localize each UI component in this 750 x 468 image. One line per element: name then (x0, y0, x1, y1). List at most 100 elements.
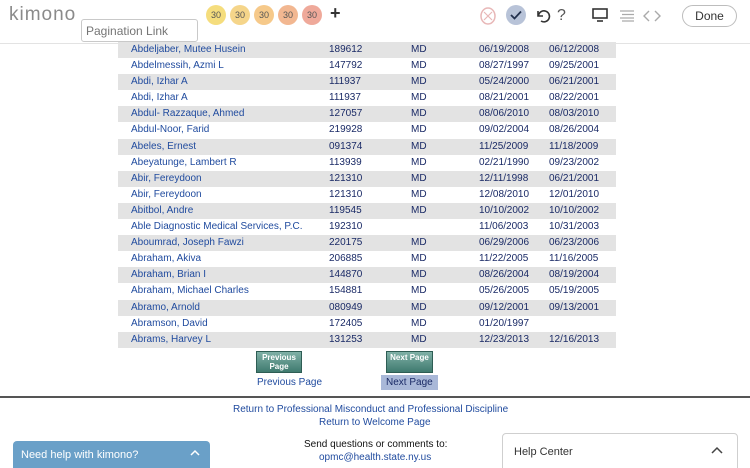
degree: MD (411, 269, 427, 281)
contact-email-link[interactable]: opmc@health.state.ny.us (319, 452, 431, 463)
license-number: 172405 (329, 317, 363, 329)
table-row: Able Diagnostic Medical Services, P.C. 19… (118, 219, 616, 235)
property-badge-2[interactable]: 30 (230, 5, 250, 25)
effective-date: 06/29/2006 (479, 237, 530, 249)
property-badge-5[interactable]: 30 (302, 5, 322, 25)
monitor-icon[interactable] (592, 8, 608, 27)
degree: MD (411, 60, 427, 72)
provider-name-link[interactable]: Abdi, Izhar A (131, 92, 188, 103)
next-page-image-button[interactable]: Next Page (386, 351, 433, 373)
table-row: Abramo, Arnold 080949 MD 09/12/2001 09/13/20… (118, 299, 616, 316)
help-icon[interactable]: ? (557, 7, 566, 25)
undo-icon[interactable] (535, 6, 551, 29)
license-number: 220175 (329, 237, 363, 249)
provider-name-link[interactable]: Abeyatunge, Lambert R (131, 157, 237, 168)
provider-name-link[interactable]: Abdul- Razzaque, Ahmed (131, 108, 244, 119)
degree: MD (411, 124, 427, 136)
provider-name-link[interactable]: Abir, Fereydoon (131, 189, 202, 200)
action-date: 08/19/2004 (549, 269, 600, 281)
code-view-icon[interactable] (643, 9, 661, 27)
property-badge-4[interactable]: 30 (278, 5, 298, 25)
effective-date: 11/06/2003 (479, 221, 529, 233)
degree: MD (411, 253, 427, 265)
provider-name-link[interactable]: Abir, Fereydoon (131, 173, 202, 184)
table-row: Abdi, Izhar A 111937 MD 08/21/2001 08/22/200… (118, 90, 616, 106)
effective-date: 09/02/2004 (479, 124, 530, 136)
effective-date: 12/11/1998 (479, 172, 529, 184)
table-row: Abitbol, Andre 119545 MD 10/10/2002 10/10/20… (118, 202, 616, 220)
next-page-link[interactable]: Next Page (381, 375, 438, 390)
next-page-image-label: Next Page (390, 353, 429, 362)
effective-date: 01/20/1997 (479, 317, 530, 329)
table-row: Abdi, Izhar A 111937 MD 05/24/2000 06/21/200… (118, 74, 616, 91)
provider-name-link[interactable]: Abraham, Akiva (131, 253, 201, 264)
action-date: 06/23/2006 (549, 237, 600, 249)
help-kimono-widget[interactable]: Need help with kimono? (13, 441, 210, 468)
selector-icon[interactable] (478, 6, 498, 31)
action-date: 09/23/2002 (549, 156, 600, 168)
effective-date: 02/21/1990 (479, 156, 530, 168)
effective-date: 05/26/2005 (479, 285, 530, 297)
license-number: 219928 (329, 124, 363, 136)
degree: MD (411, 301, 427, 313)
kimono-toolbar: kimono 30 30 30 30 30 + ? Done (0, 0, 750, 44)
previous-page-link[interactable]: Previous Page (257, 377, 322, 388)
degree: MD (411, 76, 427, 88)
provider-name-link[interactable]: Abdelmessih, Azmi L (131, 60, 224, 71)
done-button[interactable]: Done (682, 5, 737, 27)
property-badge-3[interactable]: 30 (254, 5, 274, 25)
return-welcome-link[interactable]: Return to Welcome Page (319, 417, 431, 428)
table-row: Abeles, Ernest 091374 MD 11/25/2009 11/18/20… (118, 138, 616, 155)
pagination-link-input[interactable] (81, 19, 198, 42)
return-misconduct-link[interactable]: Return to Professional Misconduct and Pr… (233, 404, 508, 415)
action-date: 08/22/2001 (549, 92, 600, 104)
effective-date: 08/26/2004 (479, 269, 530, 281)
effective-date: 11/25/2009 (479, 140, 529, 152)
help-center-widget[interactable]: Help Center (502, 433, 738, 468)
license-number: 121310 (329, 172, 363, 184)
action-date: 10/10/2002 (549, 204, 600, 216)
provider-name-link[interactable]: Abrams, Harvey L (131, 334, 211, 345)
degree: MD (411, 204, 427, 216)
table-row: Abrams, Harvey L 131253 MD 12/23/2013 12/16/… (118, 331, 616, 348)
chevron-up-icon (190, 449, 200, 460)
license-number: 192310 (329, 221, 363, 233)
provider-name-link[interactable]: Able Diagnostic Medical Services, P.C. (131, 221, 303, 232)
table-row: Abeyatunge, Lambert R 113939 MD 02/21/1990 0… (118, 155, 616, 171)
table-row: Aboumrad, Joseph Fawzi 220175 MD 06/29/2006… (118, 235, 616, 252)
table-row: Abir, Fereydoon 121310 MD 12/11/1998 06/21/2… (118, 170, 616, 187)
results-table: Abdeljaber, Mutee Husein 189612 MD 06/19/20… (118, 42, 616, 348)
table-row: Abdul- Razzaque, Ahmed 127057 MD 08/06/2010… (118, 106, 616, 123)
provider-name-link[interactable]: Abdi, Izhar A (131, 76, 188, 87)
provider-name-link[interactable]: Abdul-Noor, Farid (131, 124, 209, 135)
kimono-logo: kimono (9, 4, 77, 25)
table-row: Abraham, Michael Charles 154881 MD 05/26/20… (118, 283, 616, 299)
provider-name-link[interactable]: Abeles, Ernest (131, 141, 196, 152)
provider-name-link[interactable]: Aboumrad, Joseph Fawzi (131, 237, 244, 248)
provider-name-link[interactable]: Abramson, David (131, 318, 208, 329)
degree: MD (411, 44, 427, 55)
provider-name-link[interactable]: Abramo, Arnold (131, 302, 200, 313)
provider-name-link[interactable]: Abraham, Brian I (131, 269, 206, 280)
license-number: 144870 (329, 269, 363, 281)
license-number: 080949 (329, 301, 363, 313)
action-date: 10/31/2003 (549, 221, 600, 233)
provider-name-link[interactable]: Abitbol, Andre (131, 205, 193, 216)
list-view-icon[interactable] (619, 9, 635, 27)
degree: MD (411, 333, 427, 345)
action-date: 12/16/2013 (549, 333, 600, 345)
degree: MD (411, 156, 427, 168)
table-row: Abir, Fereydoon 121310 MD 12/08/2010 12/01/2… (118, 187, 616, 203)
provider-name-link[interactable]: Abdeljaber, Mutee Husein (131, 44, 246, 55)
license-number: 189612 (329, 44, 363, 55)
property-badge-1[interactable]: 30 (206, 5, 226, 25)
license-number: 131253 (329, 333, 363, 345)
add-property-button[interactable]: + (330, 3, 341, 24)
table-row: Abraham, Akiva 206885 MD 11/22/2005 11/16/20… (118, 251, 616, 267)
provider-name-link[interactable]: Abraham, Michael Charles (131, 285, 249, 296)
previous-page-image-button[interactable]: Previous Page (256, 351, 302, 373)
checkmark-icon[interactable] (505, 4, 527, 31)
action-date: 08/26/2004 (549, 124, 600, 136)
degree: MD (411, 140, 427, 152)
divider (0, 396, 750, 398)
